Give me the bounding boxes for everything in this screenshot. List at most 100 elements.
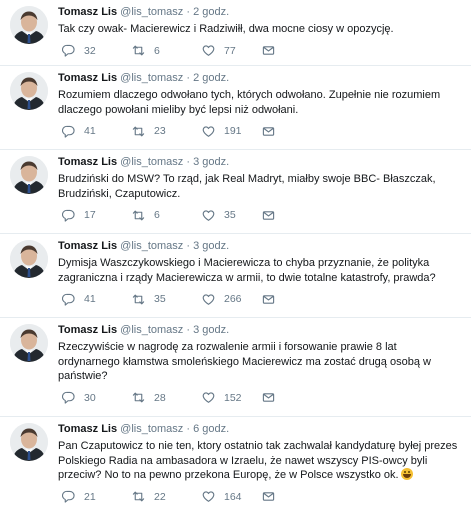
- tweet-time[interactable]: 6 godz.: [193, 423, 229, 435]
- avatar[interactable]: [10, 240, 48, 278]
- like-count: 77: [224, 44, 236, 57]
- reply-button[interactable]: 41: [62, 293, 132, 306]
- tweet[interactable]: Tomasz Lis @lis_tomasz · 3 godz. Dymisja…: [0, 234, 471, 318]
- tweet-header: Tomasz Lis @lis_tomasz · 3 godz.: [58, 156, 230, 168]
- author-name[interactable]: Tomasz Lis: [58, 156, 117, 168]
- message-button[interactable]: [262, 209, 284, 222]
- like-count: 35: [224, 209, 236, 221]
- reply-button[interactable]: 30: [62, 391, 132, 404]
- reply-button[interactable]: 17: [62, 209, 132, 222]
- author-handle[interactable]: @lis_tomasz: [120, 156, 183, 168]
- retweet-count: 22: [154, 490, 166, 503]
- retweet-button[interactable]: 6: [132, 44, 202, 57]
- tweet-time[interactable]: 3 godz.: [193, 156, 229, 168]
- like-button[interactable]: 77: [202, 44, 262, 57]
- tweet-header: Tomasz Lis @lis_tomasz · 2 godz.: [58, 72, 230, 84]
- like-count: 152: [224, 391, 242, 404]
- author-name[interactable]: Tomasz Lis: [58, 240, 117, 252]
- tweet-feed: Tomasz Lis @lis_tomasz · 2 godz. Tak czy…: [0, 0, 471, 519]
- author-handle[interactable]: @lis_tomasz: [120, 6, 183, 18]
- like-button[interactable]: 164: [202, 490, 262, 503]
- message-icon: [262, 126, 275, 136]
- tweet-header: Tomasz Lis @lis_tomasz · 3 godz.: [58, 324, 230, 336]
- avatar[interactable]: [10, 72, 48, 110]
- avatar[interactable]: [10, 156, 48, 194]
- message-button[interactable]: [262, 125, 284, 138]
- tweet-actions: 17 6 35: [58, 205, 461, 225]
- message-icon: [262, 210, 275, 220]
- retweet-button[interactable]: 28: [132, 391, 202, 404]
- retweet-icon: [132, 210, 145, 220]
- retweet-button[interactable]: 22: [132, 490, 202, 503]
- heart-icon: [202, 392, 215, 403]
- retweet-count: 35: [154, 293, 166, 305]
- message-button[interactable]: [262, 391, 284, 404]
- tweet[interactable]: Tomasz Lis @lis_tomasz · 6 godz. Pan Cza…: [0, 417, 471, 519]
- like-button[interactable]: 266: [202, 293, 262, 306]
- tweet-actions: 32 6 77: [58, 41, 461, 61]
- message-button[interactable]: [262, 293, 284, 306]
- message-icon: [262, 46, 275, 55]
- reply-icon: [62, 391, 75, 404]
- retweet-icon: [132, 45, 145, 56]
- retweet-count: 28: [154, 391, 166, 404]
- author-name[interactable]: Tomasz Lis: [58, 6, 117, 18]
- tweet-time[interactable]: 2 godz.: [193, 6, 229, 18]
- heart-icon: [202, 293, 215, 305]
- reply-button[interactable]: 32: [62, 44, 132, 57]
- retweet-button[interactable]: 6: [132, 209, 202, 222]
- tweet-actions: 21 22 164: [58, 487, 461, 507]
- retweet-count: 23: [154, 125, 166, 137]
- avatar[interactable]: [10, 6, 48, 44]
- tweet[interactable]: Tomasz Lis @lis_tomasz · 2 godz. Rozumie…: [0, 66, 471, 150]
- like-button[interactable]: 152: [202, 391, 262, 404]
- message-button[interactable]: [262, 44, 284, 57]
- tweet-text-container: Pan Czaputowicz to nie ten, ktory ostatn…: [58, 439, 461, 483]
- like-count: 191: [224, 125, 242, 137]
- author-handle[interactable]: @lis_tomasz: [120, 240, 183, 252]
- retweet-button[interactable]: 35: [132, 293, 202, 306]
- heart-icon: [202, 209, 215, 221]
- tweet[interactable]: Tomasz Lis @lis_tomasz · 3 godz. Rzeczyw…: [0, 318, 471, 417]
- author-handle[interactable]: @lis_tomasz: [120, 72, 183, 84]
- tweet-actions: 30 28 152: [58, 388, 461, 408]
- like-button[interactable]: 35: [202, 209, 262, 222]
- author-handle[interactable]: @lis_tomasz: [120, 423, 183, 435]
- tweet-text: Rzeczywiście w nagrodę za rozwalenie arm…: [58, 341, 431, 382]
- reply-count: 41: [84, 293, 96, 305]
- retweet-icon: [132, 294, 145, 304]
- reply-icon: [62, 293, 75, 306]
- tweet-header: Tomasz Lis @lis_tomasz · 6 godz.: [58, 423, 230, 435]
- tweet-actions: 41 35 266: [58, 289, 461, 309]
- message-button[interactable]: [262, 490, 284, 503]
- tweet[interactable]: Tomasz Lis @lis_tomasz · 3 godz. Brudziń…: [0, 150, 471, 234]
- tweet-time[interactable]: 3 godz.: [193, 324, 229, 336]
- tweet-actions: 41 23 191: [58, 121, 461, 141]
- avatar[interactable]: [10, 324, 48, 362]
- author-handle[interactable]: @lis_tomasz: [120, 324, 183, 336]
- tweet-time[interactable]: 2 godz.: [193, 72, 229, 84]
- author-name[interactable]: Tomasz Lis: [58, 72, 117, 84]
- reply-button[interactable]: 41: [62, 125, 132, 138]
- tweet-header: Tomasz Lis @lis_tomasz · 3 godz.: [58, 240, 230, 252]
- reply-icon: [62, 125, 75, 138]
- author-name[interactable]: Tomasz Lis: [58, 324, 117, 336]
- avatar[interactable]: [10, 423, 48, 461]
- tweet-time[interactable]: 3 godz.: [193, 240, 229, 252]
- author-name[interactable]: Tomasz Lis: [58, 423, 117, 435]
- tweet[interactable]: Tomasz Lis @lis_tomasz · 2 godz. Tak czy…: [0, 0, 471, 66]
- retweet-button[interactable]: 23: [132, 125, 202, 138]
- reply-button[interactable]: 21: [62, 490, 132, 503]
- tweet-text: Pan Czaputowicz to nie ten, ktory ostatn…: [58, 440, 458, 481]
- retweet-count: 6: [154, 209, 160, 221]
- like-count: 266: [224, 293, 242, 305]
- reply-count: 32: [84, 44, 96, 57]
- tweet-text: Dymisja Waszczykowskiego i Macierewicza …: [58, 257, 436, 284]
- heart-icon: [202, 491, 215, 502]
- reply-count: 41: [84, 125, 96, 137]
- retweet-count: 6: [154, 44, 160, 57]
- reply-count: 17: [84, 209, 96, 221]
- tweet-text: Tak czy owak- Macierewicz i Radziwiłł, d…: [58, 23, 394, 35]
- message-icon: [262, 492, 275, 501]
- like-button[interactable]: 191: [202, 125, 262, 138]
